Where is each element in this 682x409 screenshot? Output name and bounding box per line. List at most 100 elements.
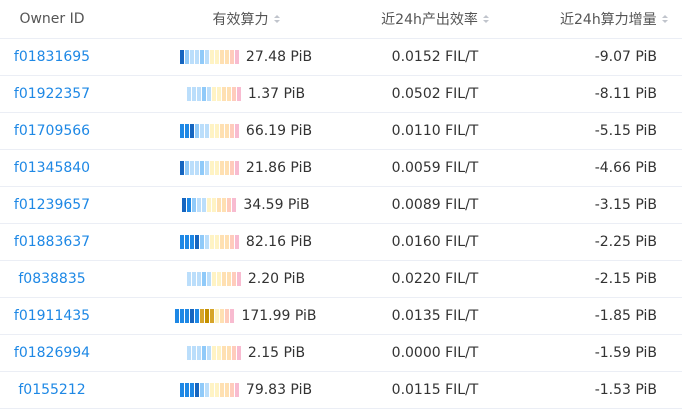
bar-segment (212, 198, 217, 212)
sort-icon[interactable] (661, 15, 668, 23)
bar-segment (201, 346, 206, 360)
efficiency-value: 0.0160 FIL/T (391, 234, 479, 250)
header-owner-id: Owner ID (0, 0, 104, 38)
increase-cell: -1.85 PiB (535, 298, 675, 334)
owner-id-link[interactable]: f01911435 (14, 308, 90, 324)
bar-segment (214, 50, 219, 64)
bar-segment (190, 309, 195, 323)
efficiency-cell: 0.0000 FIL/T (350, 335, 520, 371)
increase-cell: -1.59 PiB (535, 335, 675, 371)
table-row: f01911435 171.99 PiB 0.0135 FIL/T -1.85 PiB (0, 298, 682, 335)
sort-icon[interactable] (482, 15, 489, 23)
bar-segment (209, 383, 214, 397)
increase-cell: -3.15 PiB (535, 187, 675, 223)
bar-segment (192, 198, 197, 212)
power-value: 2.20 PiB (247, 271, 306, 287)
increase-cell: -8.11 PiB (535, 76, 675, 112)
bar-segment (230, 309, 235, 323)
owner-id-link[interactable]: f01883637 (14, 234, 90, 250)
power-value: 171.99 PiB (241, 308, 317, 324)
efficiency-cell: 0.0152 FIL/T (350, 39, 520, 75)
bar-segment (221, 272, 226, 286)
owner-id-link[interactable]: f01239657 (14, 197, 90, 213)
sort-icon[interactable] (273, 15, 280, 23)
power-distribution-bar (179, 50, 240, 64)
increase-value: -1.85 PiB (594, 308, 657, 324)
bar-segment (199, 161, 204, 175)
efficiency-value: 0.0000 FIL/T (391, 345, 479, 361)
bar-segment (216, 346, 221, 360)
bar-segment (229, 161, 234, 175)
bar-segment (184, 161, 189, 175)
bar-segment (191, 87, 196, 101)
owner-id-cell: f01831695 (0, 39, 104, 75)
bar-segment (211, 346, 216, 360)
bar-segment (186, 87, 191, 101)
increase-cell: -9.07 PiB (535, 39, 675, 75)
table-body: f01831695 27.48 PiB 0.0152 FIL/T -9.07 PiB f… (0, 39, 682, 409)
bar-segment (199, 50, 204, 64)
owner-id-link[interactable]: f01922357 (14, 86, 90, 102)
bar-segment (199, 383, 204, 397)
bar-segment (202, 198, 207, 212)
bar-segment (180, 309, 185, 323)
bar-segment (216, 272, 221, 286)
bar-segment (231, 272, 236, 286)
power-distribution-bar (182, 198, 237, 212)
owner-id-link[interactable]: f01826994 (14, 345, 90, 361)
efficiency-value: 0.0115 FIL/T (391, 382, 479, 398)
bar-segment (229, 235, 234, 249)
bar-segment (224, 235, 229, 249)
bar-segment (231, 87, 236, 101)
power-cell: 21.86 PiB (160, 150, 332, 186)
header-efficiency[interactable]: 近24h产出效率 (350, 0, 520, 38)
bar-segment (179, 124, 184, 138)
bar-segment (224, 383, 229, 397)
power-distribution-bar (179, 383, 240, 397)
bar-segment (234, 383, 239, 397)
efficiency-cell: 0.0135 FIL/T (350, 298, 520, 334)
bar-segment (209, 235, 214, 249)
owner-id-cell: f01911435 (0, 298, 104, 334)
bar-segment (206, 346, 211, 360)
header-increase-label: 近24h算力增量 (560, 12, 657, 28)
table-row: f01922357 1.37 PiB 0.0502 FIL/T -8.11 PiB (0, 76, 682, 113)
header-owner-id-label: Owner ID (19, 11, 85, 27)
bar-segment (214, 124, 219, 138)
power-value: 34.59 PiB (243, 197, 310, 213)
bar-segment (179, 235, 184, 249)
bar-segment (189, 383, 194, 397)
owner-id-cell: f0838835 (0, 261, 104, 297)
bar-segment (219, 383, 224, 397)
bar-segment (189, 124, 194, 138)
owner-id-link[interactable]: f01345840 (14, 160, 90, 176)
bar-segment (186, 272, 191, 286)
bar-segment (205, 309, 210, 323)
bar-segment (201, 87, 206, 101)
bar-segment (189, 50, 194, 64)
owner-id-cell: f01345840 (0, 150, 104, 186)
efficiency-cell: 0.0059 FIL/T (350, 150, 520, 186)
efficiency-cell: 0.0160 FIL/T (350, 224, 520, 260)
bar-segment (225, 309, 230, 323)
header-increase[interactable]: 近24h算力增量 (560, 0, 682, 38)
bar-segment (219, 161, 224, 175)
bar-segment (186, 346, 191, 360)
owner-id-link[interactable]: f01831695 (14, 49, 90, 65)
bar-segment (194, 124, 199, 138)
bar-segment (217, 198, 222, 212)
power-value: 82.16 PiB (245, 234, 313, 250)
table-row: f01831695 27.48 PiB 0.0152 FIL/T -9.07 PiB (0, 39, 682, 76)
increase-cell: -5.15 PiB (535, 113, 675, 149)
owner-id-link[interactable]: f01709566 (14, 123, 90, 139)
efficiency-value: 0.0089 FIL/T (391, 197, 479, 213)
bar-segment (234, 124, 239, 138)
power-distribution-bar (179, 161, 240, 175)
owner-id-link[interactable]: f0838835 (18, 271, 85, 287)
bar-segment (204, 124, 209, 138)
header-power[interactable]: 有效算力 (160, 0, 332, 38)
bar-segment (196, 272, 201, 286)
bar-segment (194, 50, 199, 64)
owner-id-link[interactable]: f0155212 (18, 382, 85, 398)
efficiency-cell: 0.0110 FIL/T (350, 113, 520, 149)
